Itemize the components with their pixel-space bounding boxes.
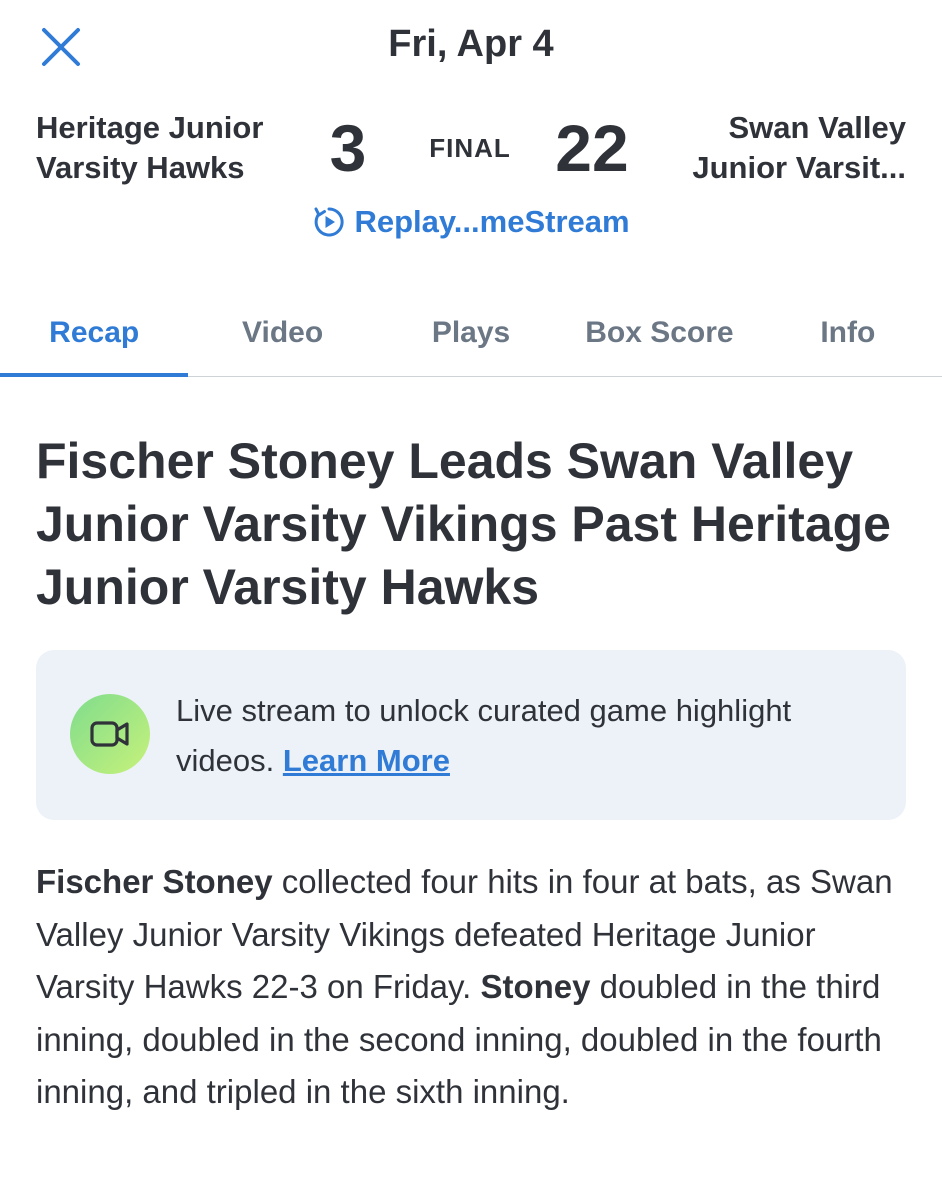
replay-gamestream-link[interactable]: Replay...meStream [0, 200, 942, 244]
home-team-name-line2: Varsity Hawks [36, 150, 245, 185]
away-score: 22 [555, 111, 629, 185]
replay-icon [314, 207, 345, 237]
promo-text: Live stream to unlock curated game highl… [176, 693, 792, 778]
tab-info[interactable]: Info [754, 290, 942, 376]
tab-plays[interactable]: Plays [377, 290, 565, 376]
tab-bar: Recap Video Plays Box Score Info [0, 290, 942, 377]
away-team-name[interactable]: Swan Valley Junior Varsit... [636, 108, 906, 188]
away-team-name-line1: Swan Valley [728, 110, 907, 145]
game-date-title: Fri, Apr 4 [388, 23, 554, 65]
promo-message: Live stream to unlock curated game highl… [176, 686, 876, 786]
player-name-bold-2: Stoney [480, 968, 591, 1005]
recap-paragraph: Fischer Stoney collected four hits in fo… [36, 856, 916, 1119]
promo-icon-badge [70, 694, 150, 774]
home-score: 3 [329, 111, 367, 185]
tab-recap[interactable]: Recap [0, 290, 189, 377]
away-team-name-line2: Junior Varsit... [692, 150, 906, 185]
tab-video[interactable]: Video [188, 290, 376, 376]
video-camera-icon [90, 721, 129, 747]
player-name-bold: Fischer Stoney [36, 863, 273, 900]
home-team-name-line1: Heritage Junior [36, 110, 264, 145]
livestream-promo-card: Live stream to unlock curated game highl… [36, 650, 906, 820]
game-status: FINAL [429, 133, 511, 163]
home-team-name[interactable]: Heritage Junior Varsity Hawks [36, 108, 306, 188]
learn-more-link[interactable]: Learn More [283, 743, 450, 778]
article-headline: Fischer Stoney Leads Swan Valley Junior … [36, 433, 891, 615]
replay-label: Replay...meStream [354, 204, 630, 239]
tab-box-score[interactable]: Box Score [565, 290, 753, 376]
